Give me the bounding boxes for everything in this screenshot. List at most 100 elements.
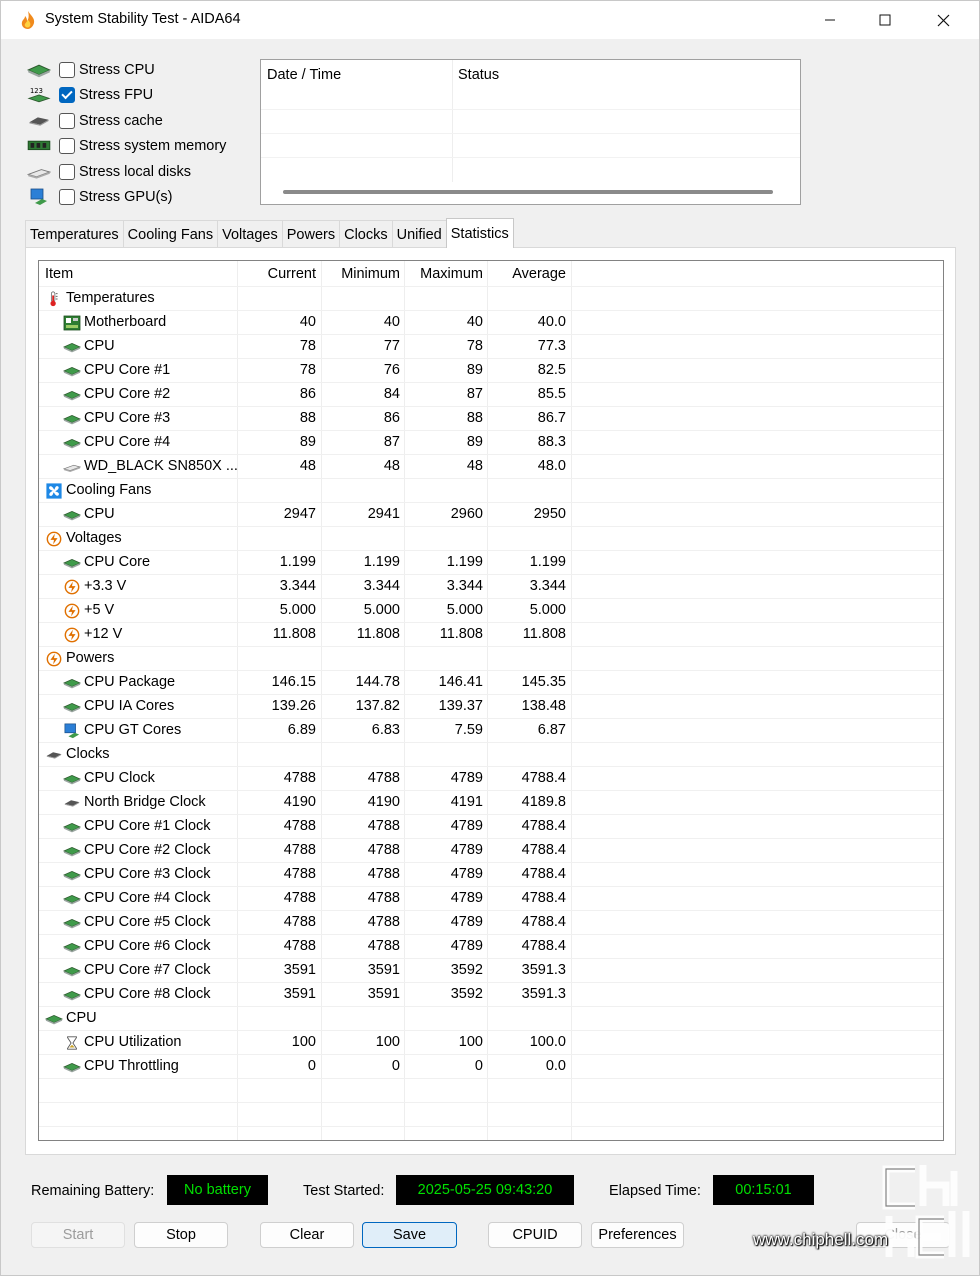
group-row[interactable]: Powers [39, 647, 943, 671]
table-row[interactable]: +12 V 11.808 11.808 11.808 11.808 [39, 623, 943, 647]
table-row[interactable]: CPU IA Cores 139.26 137.82 139.37 138.48 [39, 695, 943, 719]
stress-option-label[interactable]: Stress local disks [79, 164, 191, 180]
table-row[interactable]: +3.3 V 3.344 3.344 3.344 3.344 [39, 575, 943, 599]
table-row[interactable]: CPU Throttling 0 0 0 0.0 [39, 1055, 943, 1079]
stress-checkbox[interactable] [59, 138, 75, 155]
stress-option-row[interactable]: Stress cache [27, 108, 226, 134]
cell-current: 146.15 [271, 674, 316, 690]
tab-clocks[interactable]: Clocks [339, 220, 393, 248]
group-row[interactable]: Clocks [39, 743, 943, 767]
clear-button[interactable]: Clear [260, 1222, 354, 1248]
test-log-panel[interactable]: Date / Time Status [260, 59, 801, 205]
cell-current: 89 [299, 434, 316, 450]
cell-average: 4788.4 [521, 914, 566, 930]
stress-option-row[interactable]: Stress local disks [26, 159, 226, 185]
tab-statistics[interactable]: Statistics [445, 218, 514, 248]
group-row[interactable]: Voltages [39, 527, 943, 551]
cell-average: 4788.4 [521, 770, 566, 786]
table-row[interactable]: CPU Core #4 89 87 89 88.3 [39, 431, 943, 455]
stress-option-label[interactable]: Stress system memory [79, 138, 226, 154]
minimize-icon [825, 19, 835, 21]
log-horizontal-scrollbar[interactable] [283, 190, 773, 194]
table-row[interactable]: CPU Core #3 88 86 88 86.7 [39, 407, 943, 431]
table-row[interactable]: CPU Core #5 Clock 4788 4788 4789 4788.4 [39, 911, 943, 935]
table-row[interactable]: CPU Core #2 Clock 4788 4788 4789 4788.4 [39, 839, 943, 863]
tab-temperatures[interactable]: Temperatures [25, 220, 124, 248]
save-button[interactable]: Save [362, 1222, 457, 1248]
stress-option-row[interactable]: Stress GPU(s) [27, 185, 226, 211]
window-title: System Stability Test - AIDA64 [45, 11, 241, 27]
table-row[interactable]: CPU 78 77 78 77.3 [39, 335, 943, 359]
table-row[interactable]: CPU Core #8 Clock 3591 3591 3592 3591.3 [39, 983, 943, 1007]
cpu-chip-icon [63, 363, 81, 379]
header-average[interactable]: Average [488, 263, 566, 286]
stress-option-row[interactable]: 123 Stress FPU [27, 83, 226, 109]
cpuid-button[interactable]: CPUID [488, 1222, 582, 1248]
table-header: Item Current Minimum Maximum Average [39, 263, 943, 287]
stress-checkbox[interactable] [59, 189, 75, 206]
stress-checkbox[interactable] [59, 61, 75, 78]
stress-checkbox[interactable] [59, 163, 75, 180]
table-row[interactable]: +5 V 5.000 5.000 5.000 5.000 [39, 599, 943, 623]
stress-option-label[interactable]: Stress CPU [79, 62, 155, 78]
cpu-chip-icon [63, 507, 81, 523]
group-row[interactable]: CPU [39, 1007, 943, 1031]
tab-powers[interactable]: Powers [281, 220, 341, 248]
maximize-button[interactable] [856, 1, 914, 39]
group-row[interactable]: Temperatures [39, 287, 943, 311]
table-row[interactable]: CPU GT Cores 6.89 6.83 7.59 6.87 [39, 719, 943, 743]
start-button[interactable]: Start [31, 1222, 125, 1248]
group-row[interactable]: Cooling Fans [39, 479, 943, 503]
table-row[interactable]: CPU Core #3 Clock 4788 4788 4789 4788.4 [39, 863, 943, 887]
cell-average [488, 743, 566, 766]
table-row[interactable]: CPU Package 146.15 144.78 146.41 145.35 [39, 671, 943, 695]
row-item: CPU IA Cores [63, 695, 174, 718]
row-item: CPU Core #3 Clock [63, 863, 211, 886]
table-row[interactable]: WD_BLACK SN850X ... 48 48 48 48.0 [39, 455, 943, 479]
log-header-datetime[interactable]: Date / Time [261, 60, 341, 90]
header-current[interactable]: Current [238, 263, 316, 286]
cell-minimum: 144.78 [355, 674, 400, 690]
row-label: Motherboard [84, 314, 167, 330]
stress-option-row[interactable]: Stress CPU [27, 57, 226, 83]
stop-button[interactable]: Stop [134, 1222, 228, 1248]
row-label: CPU [84, 338, 115, 354]
cell-minimum [322, 287, 400, 310]
minimize-button[interactable] [801, 1, 859, 39]
stress-option-row[interactable]: Stress system memory [27, 134, 226, 160]
table-row[interactable]: North Bridge Clock 4190 4190 4191 4189.8 [39, 791, 943, 815]
stress-checkbox[interactable] [59, 112, 75, 129]
stress-option-label[interactable]: Stress cache [79, 113, 163, 129]
table-row[interactable]: CPU Core #1 78 76 89 82.5 [39, 359, 943, 383]
statistics-table[interactable]: Item Current Minimum Maximum Average Tem… [38, 260, 944, 1141]
table-row[interactable]: CPU Core #1 Clock 4788 4788 4789 4788.4 [39, 815, 943, 839]
cell-average: 11.808 [522, 626, 566, 642]
header-minimum[interactable]: Minimum [322, 263, 400, 286]
cell-current [238, 743, 316, 766]
cell-minimum: 4788 [367, 890, 400, 906]
table-row[interactable]: Motherboard 40 40 40 40.0 [39, 311, 943, 335]
table-row[interactable]: CPU 2947 2941 2960 2950 [39, 503, 943, 527]
close-window-button[interactable] [914, 1, 972, 39]
stress-option-label[interactable]: Stress FPU [79, 87, 153, 103]
tab-voltages[interactable]: Voltages [217, 220, 283, 248]
table-row[interactable]: CPU Utilization 100 100 100 100.0 [39, 1031, 943, 1055]
table-row[interactable]: CPU Core #4 Clock 4788 4788 4789 4788.4 [39, 887, 943, 911]
fpu-icon: 123 [27, 86, 53, 104]
table-row[interactable]: CPU Core 1.199 1.199 1.199 1.199 [39, 551, 943, 575]
tab-unified[interactable]: Unified [391, 220, 447, 248]
preferences-button[interactable]: Preferences [591, 1222, 684, 1248]
log-header-status[interactable]: Status [452, 60, 499, 90]
header-item[interactable]: Item [45, 263, 73, 286]
table-row[interactable]: CPU Clock 4788 4788 4789 4788.4 [39, 767, 943, 791]
table-row[interactable]: CPU Core #6 Clock 4788 4788 4789 4788.4 [39, 935, 943, 959]
tab-cooling-fans[interactable]: Cooling Fans [122, 220, 219, 248]
test-started-label: Test Started: [303, 1183, 385, 1199]
stress-checkbox[interactable] [59, 87, 75, 104]
cell-average: 3591.3 [521, 962, 566, 978]
table-row[interactable]: CPU Core #2 86 84 87 85.5 [39, 383, 943, 407]
row-item: CPU Core #3 [63, 407, 170, 430]
table-row[interactable]: CPU Core #7 Clock 3591 3591 3592 3591.3 [39, 959, 943, 983]
header-maximum[interactable]: Maximum [405, 263, 483, 286]
stress-option-label[interactable]: Stress GPU(s) [79, 189, 172, 205]
